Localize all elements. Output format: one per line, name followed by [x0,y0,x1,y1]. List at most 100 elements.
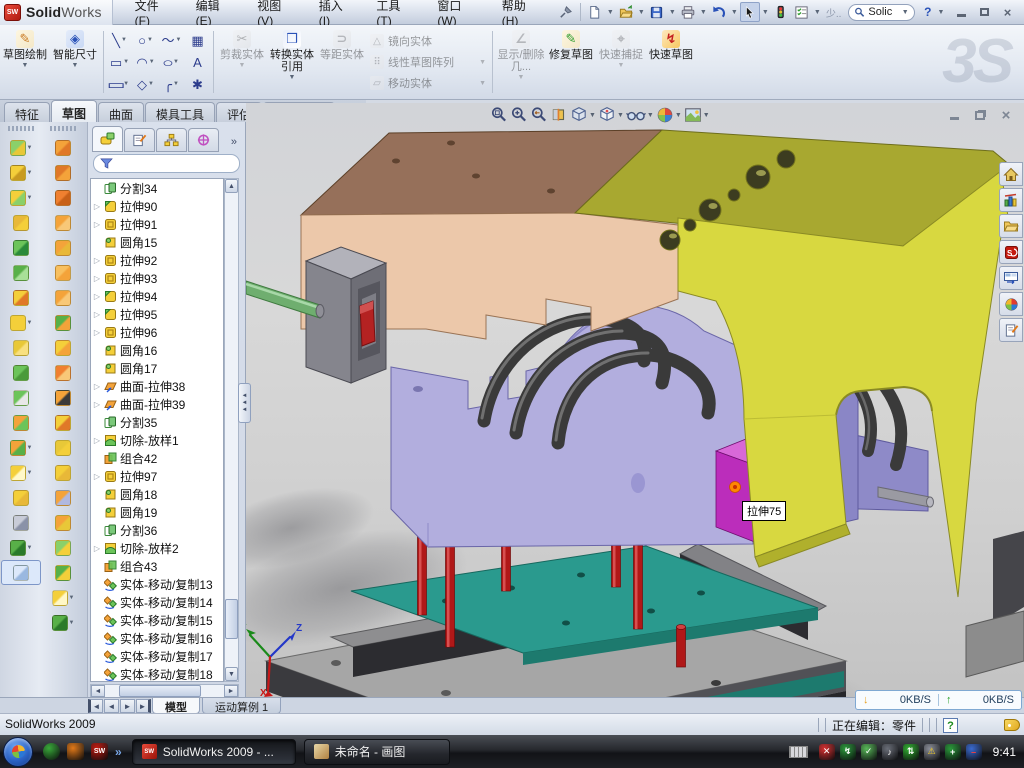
surface-loft-button[interactable] [43,210,83,235]
search-input[interactable]: Solic [868,6,898,18]
select-dropdown-icon[interactable]: ▼ [761,2,770,22]
expander-icon[interactable]: ▷ [93,292,101,301]
tray-shield-alert-icon[interactable]: ✕ [819,744,835,760]
tree-item[interactable]: ▷拉伸92 [91,251,223,269]
quicklaunch-security-icon[interactable] [67,743,84,760]
dimension-button[interactable]: ◈智能尺寸▼ [50,25,100,99]
scroll-left-button[interactable]: ◄ [91,685,105,697]
dropdown-icon[interactable]: ▼ [22,62,29,69]
panel-overflow-button[interactable]: » [227,136,241,152]
section-view-button[interactable] [550,106,568,124]
print-icon[interactable] [678,2,698,22]
dropdown-icon[interactable]: ▼ [176,37,182,43]
undo-dropdown-icon[interactable]: ▼ [730,2,739,22]
file-explorer-tab[interactable] [999,214,1023,238]
tab-特征[interactable]: 特征 [4,102,50,122]
side-block-right[interactable] [966,531,1024,677]
expander-icon[interactable]: ▷ [93,202,101,211]
split-button[interactable] [1,385,41,410]
tab-曲面[interactable]: 曲面 [98,102,144,122]
pin-icon[interactable] [556,2,576,22]
next-tab-button[interactable]: ► [120,699,135,713]
surface-offset-button[interactable] [43,310,83,335]
zoom-area-button[interactable] [510,106,528,124]
tree-item[interactable]: 分割36 [91,521,223,539]
move-copy-body-button[interactable]: ▼ [1,435,41,460]
new-icon[interactable] [585,2,605,22]
last-tab-button[interactable]: ► [136,699,151,713]
start-button[interactable] [3,737,33,767]
text-tool[interactable]: A [185,52,210,73]
view-orientation-button[interactable]: ▼ [598,106,624,124]
hide-show-items-dropdown-icon[interactable]: ▼ [647,112,654,119]
dropdown-icon[interactable]: ▼ [27,320,33,326]
circle-tool[interactable]: ○▼ [133,30,158,51]
task-button-sw[interactable]: SWSolidWorks 2009 - ... [132,739,296,765]
tray-shield-plus-icon[interactable]: + [945,744,961,760]
new-dropdown-icon[interactable]: ▼ [606,2,615,22]
tree-item[interactable]: ▷拉伸90 [91,197,223,215]
curve-button[interactable]: ▼ [1,535,41,560]
tree-item[interactable]: 圆角17 [91,359,223,377]
open-dropdown-icon[interactable]: ▼ [637,2,646,22]
display-style-dropdown-icon[interactable]: ▼ [589,112,596,119]
tree-item[interactable]: ▷切除-放样1 [91,431,223,449]
shell-button[interactable] [1,260,41,285]
instant3d-button[interactable] [1,560,41,585]
tree-item[interactable]: ▷切除-放样2 [91,539,223,557]
point-tool[interactable]: ✱ [185,74,210,95]
tag-icon[interactable] [1004,719,1020,731]
reference-plane-button[interactable] [1,485,41,510]
reference-point-button[interactable]: ▼ [1,460,41,485]
dropdown-icon[interactable]: ▼ [27,470,33,476]
appearances-pane-tab[interactable] [999,292,1023,316]
scene-dropdown-icon[interactable]: ▼ [703,112,710,119]
dropdown-icon[interactable]: ▼ [289,74,296,81]
undo-icon[interactable] [709,2,729,22]
help-button[interactable]: ? [919,2,937,22]
display-style-button[interactable]: ▼ [570,106,596,124]
tree-item[interactable]: 实体-移动/复制16 [91,629,223,647]
dropdown-icon[interactable]: ▼ [27,445,33,451]
line-tool[interactable]: ╲▼ [107,30,132,51]
tree-item[interactable]: ▷拉伸97 [91,467,223,485]
tray-badge-check-icon[interactable]: ✓ [861,744,877,760]
convert-button[interactable]: ❒转换实体引用▼ [267,25,317,99]
cylinder-button[interactable] [43,560,83,585]
doc-minimize-button[interactable] [946,109,962,122]
dropdown-icon[interactable]: ▼ [27,170,33,176]
first-tab-button[interactable]: ◄ [88,699,103,713]
quicklaunch-expand-icon[interactable]: » [115,745,122,759]
save-icon[interactable] [647,2,667,22]
knit-surface-button[interactable] [43,510,83,535]
tree-item[interactable]: 组合42 [91,449,223,467]
tree-vertical-scrollbar[interactable]: ▲ ▼ [224,178,239,682]
trim-surface-button[interactable] [43,460,83,485]
mid-surface-button[interactable] [43,535,83,560]
wrap-button[interactable] [1,285,41,310]
tree-filter-box[interactable] [93,154,240,173]
tree-item[interactable]: 分割35 [91,413,223,431]
doc-restore-button[interactable] [972,109,988,122]
surface-fillet-button[interactable] [43,360,83,385]
replace-face-button[interactable] [43,410,83,435]
scroll-down-button[interactable]: ▼ [225,667,238,681]
toolbar-grip[interactable] [8,126,34,131]
ellipse-tool[interactable]: ○▼ [159,52,184,73]
surface-revolve-button[interactable] [43,160,83,185]
search-box[interactable]: Solic ▼ [848,4,914,21]
spline-tool[interactable]: ～▼ [159,30,184,51]
arc-tool[interactable]: ◠▼ [133,52,158,73]
scene-button[interactable]: ▼ [684,106,710,124]
dimxpert-manager-tab[interactable] [188,128,219,152]
tray-transfer-icon[interactable]: ⇅ [903,744,919,760]
dropdown-icon[interactable]: ▼ [148,81,154,87]
model-tab-运动算例 1[interactable]: 运动算例 1 [202,698,281,714]
tree-item[interactable]: 实体-移动/复制13 [91,575,223,593]
dropdown-icon[interactable]: ▼ [173,81,179,87]
tree-item[interactable]: 组合43 [91,557,223,575]
surface-thicken-button[interactable] [43,335,83,360]
dropdown-icon[interactable]: ▼ [121,37,127,43]
tab-模具工具[interactable]: 模具工具 [145,102,215,122]
repair-button[interactable]: ✎修复草图 [546,25,596,99]
